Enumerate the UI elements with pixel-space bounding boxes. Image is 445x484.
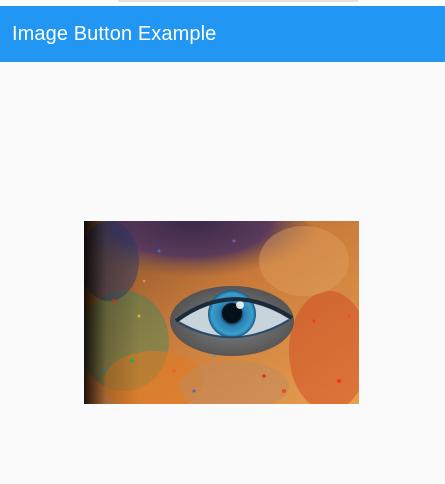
image-button[interactable] <box>84 221 359 404</box>
app-bar-title: Image Button Example <box>12 22 217 45</box>
app-bar: Image Button Example <box>0 6 445 62</box>
content-area <box>0 62 445 484</box>
eye-photo-image <box>84 221 359 404</box>
status-indicator <box>118 0 358 2</box>
